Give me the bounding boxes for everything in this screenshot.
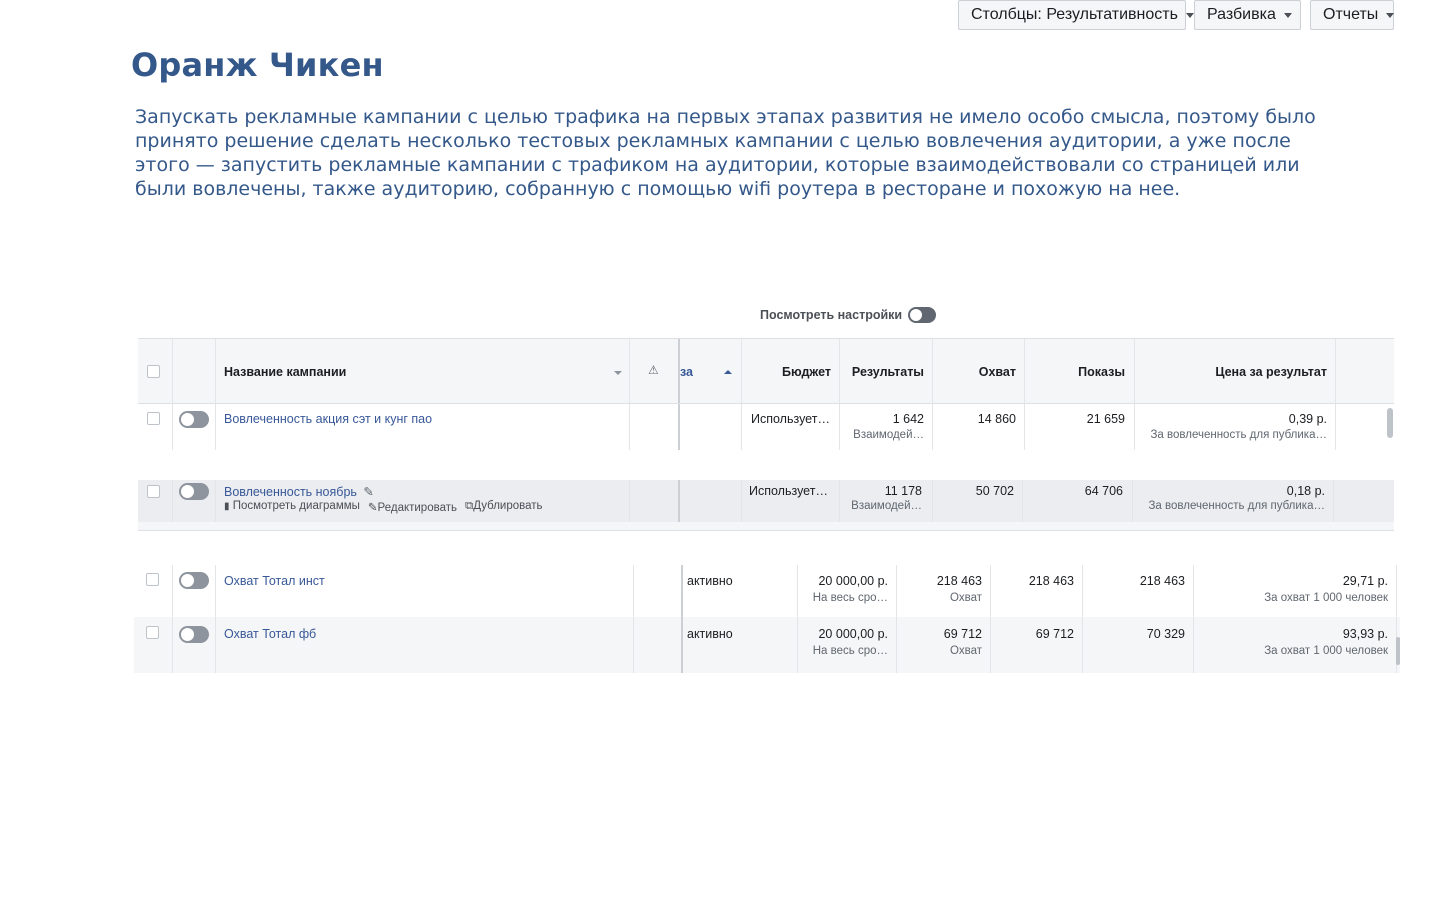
reach-value: 69 712 bbox=[1035, 627, 1074, 641]
warning-icon: ⚠ bbox=[648, 363, 659, 377]
campaign-name-text[interactable]: Вовлеченность ноябрь bbox=[224, 485, 357, 499]
table-row[interactable]: Охват Тотал инст активно 20 000,00 р. На… bbox=[134, 565, 1400, 617]
header-campaign-name[interactable]: Название кампании bbox=[224, 365, 346, 379]
results-value: 11 178 bbox=[884, 484, 922, 498]
pencil-icon: ✎ bbox=[367, 502, 378, 514]
cost-type: За вовлеченность для публика… bbox=[1150, 429, 1327, 441]
reports-label: Отчеты bbox=[1323, 6, 1379, 23]
sort-ascending-icon bbox=[724, 370, 732, 374]
cost-type: За вовлеченность для публика… bbox=[1148, 500, 1325, 512]
status-value: активно bbox=[687, 574, 733, 588]
campaign-name-link[interactable]: Охват Тотал фб bbox=[224, 627, 316, 641]
budget-type: На весь сро… bbox=[812, 645, 888, 657]
pencil-icon[interactable]: ✎ bbox=[363, 485, 373, 499]
cost-value: 93,93 р. bbox=[1342, 627, 1388, 641]
row-actions: ▮ Посмотреть диаграммы ✎Редактировать ⧉Д… bbox=[224, 500, 543, 514]
results-type: Взаимодей… bbox=[853, 429, 924, 441]
cost-value: 29,71 р. bbox=[1342, 574, 1388, 588]
results-type: Взаимодей… bbox=[851, 500, 922, 512]
impressions-value: 64 706 bbox=[1084, 484, 1123, 498]
select-all-checkbox[interactable] bbox=[147, 365, 160, 378]
view-settings-toggle[interactable] bbox=[908, 307, 937, 323]
table-row[interactable]: Охват Тотал фб активно 20 000,00 р. На в… bbox=[134, 617, 1400, 673]
results-value: 1 642 bbox=[892, 412, 924, 426]
budget-type: На весь сро… bbox=[812, 592, 888, 604]
duplicate-action[interactable]: ⧉Дублировать bbox=[465, 500, 543, 514]
vertical-scrollbar[interactable] bbox=[1387, 408, 1393, 438]
chevron-down-icon bbox=[1386, 12, 1395, 18]
budget-value: 20 000,00 р. bbox=[818, 627, 888, 641]
breakdown-label: Разбивка bbox=[1207, 6, 1276, 23]
campaign-name-link[interactable]: Вовлеченность акция сэт и кунг пао bbox=[224, 412, 432, 426]
reach-value: 50 702 bbox=[975, 484, 1014, 498]
copy-icon: ⧉ bbox=[465, 500, 474, 512]
table-row[interactable]: Вовлеченность ноябрь ✎ ▮ Посмотреть диаг… bbox=[138, 480, 1394, 522]
campaign-toggle[interactable] bbox=[179, 411, 209, 428]
cost-type: За охват 1 000 человек bbox=[1264, 645, 1388, 657]
results-value: 69 712 bbox=[943, 627, 982, 641]
header-partial-column[interactable]: за bbox=[680, 365, 693, 379]
results-value: 218 463 bbox=[936, 574, 982, 588]
results-type: Охват bbox=[950, 592, 982, 604]
campaign-toggle[interactable] bbox=[179, 483, 209, 500]
columns-value: Результативность bbox=[1046, 6, 1178, 23]
row-checkbox[interactable] bbox=[147, 485, 160, 498]
duplicate-label[interactable]: Дублировать bbox=[473, 500, 542, 512]
view-settings-label: Посмотреть настройки bbox=[760, 308, 903, 322]
header-budget[interactable]: Бюджет bbox=[741, 365, 831, 379]
cost-value: 0,18 р. bbox=[1286, 484, 1325, 498]
row-checkbox[interactable] bbox=[146, 573, 159, 586]
campaign-table-engagement: Название кампании ⚠ за Бюджет Результаты… bbox=[138, 338, 1394, 533]
row-checkbox[interactable] bbox=[147, 412, 160, 425]
columns-dropdown[interactable]: Столбцы: Результативность bbox=[958, 0, 1194, 30]
reports-dropdown[interactable]: Отчеты bbox=[1310, 0, 1395, 30]
chevron-down-icon bbox=[1283, 12, 1292, 18]
vertical-scrollbar[interactable] bbox=[1396, 637, 1400, 665]
cost-value: 0,39 р. bbox=[1288, 412, 1327, 426]
header-impressions[interactable]: Показы bbox=[1024, 365, 1125, 379]
view-charts-label[interactable]: Посмотреть диаграммы bbox=[233, 500, 360, 512]
campaign-name-link[interactable]: Охват Тотал инст bbox=[224, 574, 325, 588]
edit-label[interactable]: Редактировать bbox=[378, 502, 457, 514]
campaign-toggle[interactable] bbox=[179, 626, 209, 643]
edit-action[interactable]: ✎Редактировать bbox=[368, 500, 457, 514]
impressions-value: 218 463 bbox=[1139, 574, 1185, 588]
sort-caret-icon[interactable] bbox=[614, 371, 622, 375]
budget-value: Использует… bbox=[751, 412, 830, 426]
page-title: Оранж Чикен bbox=[131, 46, 384, 84]
cost-type: За охват 1 000 человек bbox=[1264, 592, 1388, 604]
budget-value: 20 000,00 р. bbox=[818, 574, 888, 588]
budget-value: Использует… bbox=[749, 484, 828, 498]
chevron-down-icon bbox=[1185, 12, 1194, 18]
ads-toolbar: Посмотреть настройки bbox=[760, 300, 937, 330]
impressions-value: 70 329 bbox=[1146, 627, 1185, 641]
reach-value: 218 463 bbox=[1028, 574, 1074, 588]
impressions-value: 21 659 bbox=[1086, 412, 1125, 426]
view-charts-action[interactable]: ▮ Посмотреть диаграммы bbox=[224, 500, 360, 514]
table-header-row: Название кампании ⚠ за Бюджет Результаты… bbox=[138, 338, 1394, 404]
columns-prefix: Столбцы: bbox=[971, 6, 1042, 23]
table-row[interactable]: Вовлеченность акция сэт и кунг пао Испол… bbox=[138, 404, 1394, 450]
bar-chart-icon: ▮ bbox=[224, 501, 230, 512]
header-reach[interactable]: Охват bbox=[932, 365, 1016, 379]
campaign-table-reach: Охват Тотал инст активно 20 000,00 р. На… bbox=[134, 565, 1400, 673]
header-cost-per-result[interactable]: Цена за результат bbox=[1134, 365, 1327, 379]
campaign-toggle[interactable] bbox=[179, 572, 209, 589]
status-value: активно bbox=[687, 627, 733, 641]
page-description: Запускать рекламные кампании с целью тра… bbox=[135, 106, 1316, 200]
row-checkbox[interactable] bbox=[146, 626, 159, 639]
reach-value: 14 860 bbox=[977, 412, 1016, 426]
results-type: Охват bbox=[950, 645, 982, 657]
breakdown-dropdown[interactable]: Разбивка bbox=[1194, 0, 1301, 30]
header-results[interactable]: Результаты bbox=[839, 365, 924, 379]
campaign-name-link[interactable]: Вовлеченность ноябрь ✎ bbox=[224, 484, 374, 499]
